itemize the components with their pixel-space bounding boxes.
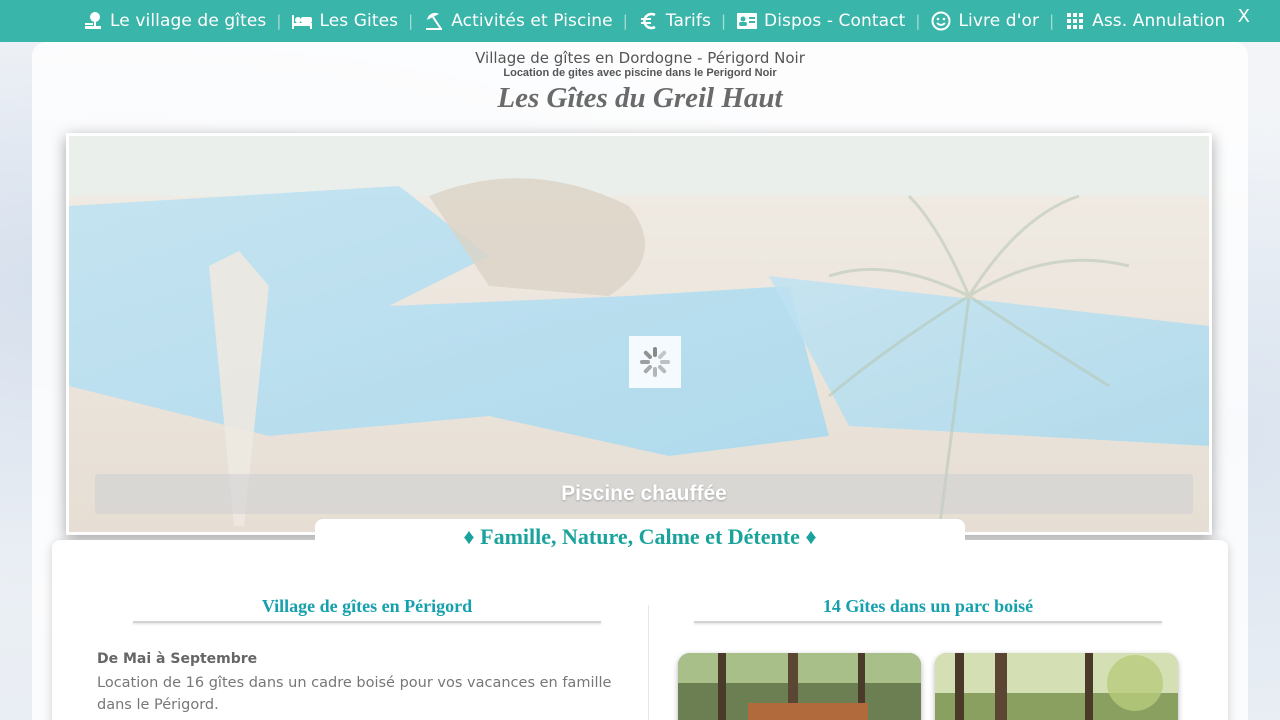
beach-umbrella-icon bbox=[423, 10, 445, 32]
nav-item-contact[interactable]: Dispos - Contact bbox=[736, 10, 905, 32]
nav-item-tarifs[interactable]: Tarifs bbox=[638, 10, 711, 32]
nav-label: Livre d'or bbox=[958, 11, 1040, 31]
left-section-divider bbox=[133, 621, 601, 623]
gite-thumbnail-2[interactable] bbox=[935, 653, 1178, 720]
bed-icon bbox=[291, 10, 313, 32]
tagline-banner: ♦ Famille, Nature, Calme et Détente ♦ bbox=[315, 519, 965, 554]
nav-separator: | bbox=[276, 12, 282, 30]
nav-label: Dispos - Contact bbox=[764, 11, 906, 31]
spinner-icon bbox=[639, 346, 671, 378]
nav-item-activites[interactable]: Activités et Piscine bbox=[423, 10, 613, 32]
nav-separator: | bbox=[915, 12, 921, 30]
nav-label: Activités et Piscine bbox=[451, 11, 613, 31]
nav-separator: | bbox=[720, 12, 726, 30]
right-section-title: 14 Gîtes dans un parc boisé bbox=[822, 596, 1034, 616]
nav-label: Ass. Annulation bbox=[1092, 11, 1226, 31]
season-heading: De Mai à Septembre bbox=[97, 651, 258, 667]
village-icon bbox=[82, 10, 104, 32]
nav-item-annulation[interactable]: Ass. Annulation bbox=[1064, 10, 1225, 32]
site-title[interactable]: Les Gîtes du Greil Haut bbox=[0, 82, 1280, 115]
grid-apps-icon bbox=[1064, 10, 1086, 32]
top-navigation: Le village de gîtes | Les Gites | Activi… bbox=[0, 0, 1280, 42]
close-button[interactable]: X bbox=[1238, 6, 1250, 27]
nav-item-gites[interactable]: Les Gites bbox=[291, 10, 398, 32]
nav-item-village[interactable]: Le village de gîtes bbox=[82, 10, 266, 32]
slide-caption-bar: Piscine chauffée bbox=[95, 474, 1193, 514]
header-tagline: Location de gites avec piscine dans le P… bbox=[503, 67, 777, 79]
nav-label: Les Gites bbox=[319, 11, 399, 31]
left-section-title: Village de gîtes en Périgord bbox=[261, 596, 473, 616]
nav-item-livre-dor[interactable]: Livre d'or bbox=[930, 10, 1039, 32]
loading-spinner bbox=[629, 336, 681, 388]
nav-label: Tarifs bbox=[665, 11, 711, 31]
nav-label: Le village de gîtes bbox=[110, 11, 267, 31]
intro-paragraph: Location de 16 gîtes dans un cadre boisé… bbox=[97, 675, 612, 713]
euro-icon bbox=[638, 10, 660, 32]
gite-thumbnail-1[interactable] bbox=[678, 653, 921, 720]
pool-photo bbox=[69, 136, 1209, 532]
header-subtitle: Village de gîtes en Dordogne - Périgord … bbox=[475, 49, 805, 67]
contact-card-icon bbox=[736, 10, 758, 32]
nav-separator: | bbox=[622, 12, 628, 30]
nav-separator: | bbox=[1049, 12, 1055, 30]
nav-separator: | bbox=[408, 12, 414, 30]
slide-caption: Piscine chauffée bbox=[561, 482, 727, 505]
smiley-icon bbox=[930, 10, 952, 32]
image-slider[interactable]: Piscine chauffée bbox=[66, 133, 1212, 535]
right-section-divider bbox=[694, 621, 1162, 623]
column-divider bbox=[648, 605, 649, 720]
